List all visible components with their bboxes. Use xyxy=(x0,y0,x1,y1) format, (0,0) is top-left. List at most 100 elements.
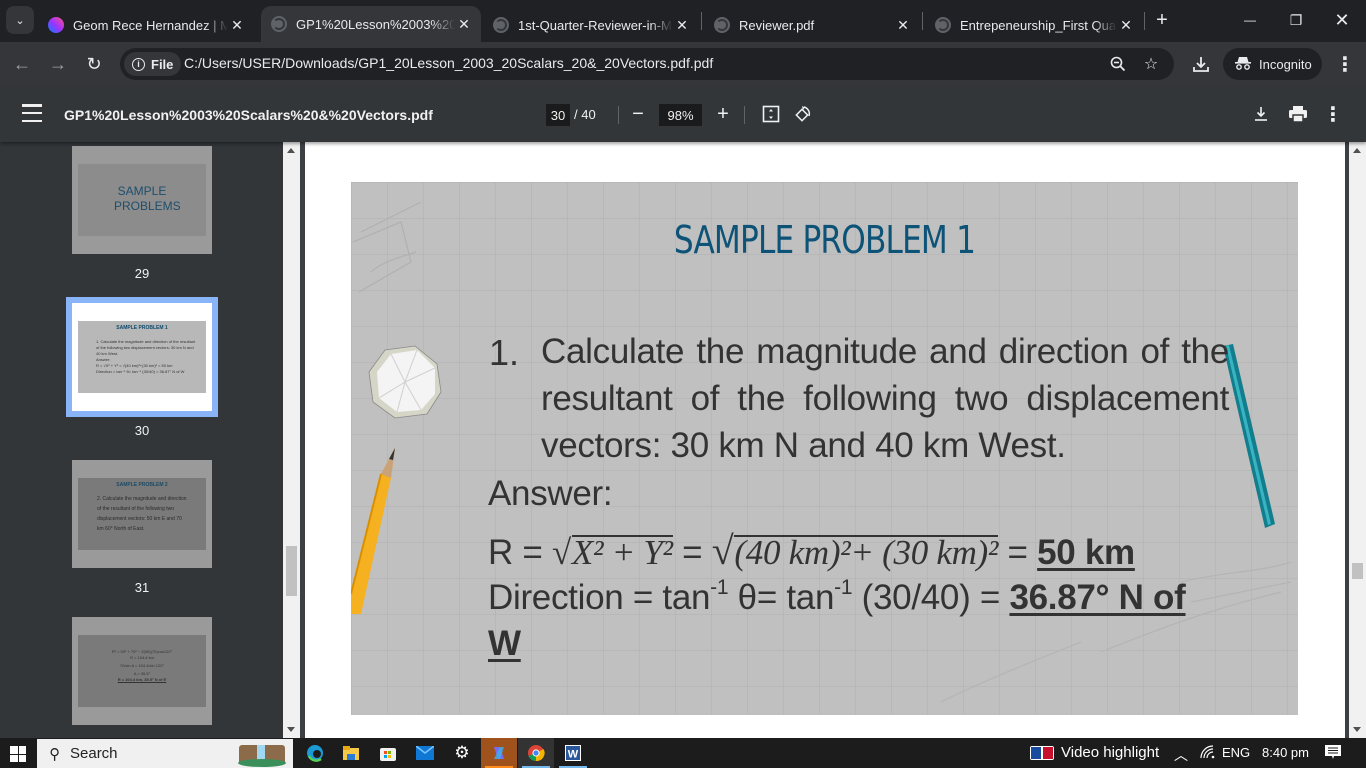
thumbnail-page-29[interactable]: SAMPLE PROBLEMS xyxy=(72,146,212,254)
hamburger-menu-icon[interactable] xyxy=(22,104,42,122)
search-icon: ⚲ xyxy=(49,745,60,763)
news-widget[interactable]: Video highlight xyxy=(1061,744,1159,761)
tab-divider xyxy=(1144,12,1145,30)
print-icon[interactable] xyxy=(1287,103,1309,125)
taskbar-word[interactable]: W xyxy=(555,738,591,768)
taskbar-search-box[interactable]: ⚲ Search xyxy=(37,739,293,768)
clock[interactable]: 8:40 pm xyxy=(1262,745,1309,760)
close-tab-icon[interactable]: ✕ xyxy=(673,17,691,34)
windows-start-icon[interactable] xyxy=(10,746,26,762)
messenger-icon xyxy=(48,17,64,33)
zoom-out-button[interactable]: − xyxy=(627,103,649,125)
tab-search-button[interactable]: ⌄ xyxy=(6,6,34,34)
taskbar-chrome[interactable] xyxy=(518,738,554,768)
restore-button[interactable]: ❐ xyxy=(1273,0,1319,40)
zoom-level-input[interactable]: 98% xyxy=(659,104,702,126)
thumbnail-title: SAMPLE PROBLEM 2 xyxy=(116,482,168,488)
thumbnail-text: 1. Calculate the magnitude and direction… xyxy=(96,339,196,356)
taskbar-copilot[interactable] xyxy=(481,738,517,768)
tab-gp1-lesson[interactable]: GP1%20Lesson%2003%20Scalars ✕ xyxy=(261,6,481,42)
gear-icon: ⚙ xyxy=(454,743,470,762)
show-hidden-icons[interactable]: ︿ xyxy=(1174,745,1188,765)
thumbnail-page-number: 30 xyxy=(134,423,150,438)
tab-reviewer-pdf[interactable]: Reviewer.pdf ✕ xyxy=(704,8,920,42)
tab-strip: ⌄ Geom Rece Hernandez | Messenger ✕ GP1%… xyxy=(0,0,1366,42)
taskbar-mail[interactable] xyxy=(407,738,443,768)
pdf-download-icon[interactable] xyxy=(1250,103,1272,125)
back-button[interactable]: ← xyxy=(8,50,36,78)
minimize-button[interactable]: — xyxy=(1227,0,1273,40)
taskbar-store[interactable] xyxy=(370,738,406,768)
sqrt-formula: X² + Y² xyxy=(571,533,673,572)
close-tab-icon[interactable]: ✕ xyxy=(1117,17,1135,34)
equation-text: θ= tan xyxy=(728,578,835,617)
pdf-page: SAMPLE PROBLEM 1 1. Calculate the magnit… xyxy=(351,182,1298,715)
thumbnail-text: 70/sin A = 104.4/sin 120° xyxy=(119,663,165,668)
fit-to-page-icon[interactable] xyxy=(760,103,782,125)
reload-button[interactable]: ↻ xyxy=(80,50,108,78)
close-tab-icon[interactable]: ✕ xyxy=(894,17,912,34)
plus-icon: + xyxy=(717,102,729,125)
thumbnail-sidebar: SAMPLE PROBLEMS 29 SAMPLE PROBLEM 1 1. C… xyxy=(0,142,283,738)
thumbnail-text: R = 104.4 km xyxy=(130,655,154,660)
tab-title: GP1%20Lesson%2003%20Scalars xyxy=(296,16,455,32)
tab-messenger[interactable]: Geom Rece Hernandez | Messenger ✕ xyxy=(38,8,254,42)
browser-menu-icon[interactable]: ⋮ xyxy=(1333,52,1357,76)
rotate-icon[interactable] xyxy=(792,103,814,125)
folder-icon xyxy=(343,746,359,760)
scroll-down-arrow-icon[interactable] xyxy=(287,727,295,732)
tab-reviewer-math[interactable]: 1st-Quarter-Reviewer-in-Math ✕ xyxy=(483,8,699,42)
scrollbar-thumb[interactable] xyxy=(286,546,297,596)
close-window-button[interactable]: ✕ xyxy=(1319,0,1365,40)
scroll-up-arrow-icon[interactable] xyxy=(287,148,295,153)
globe-icon xyxy=(271,16,287,32)
zoom-out-icon[interactable] xyxy=(1106,52,1130,76)
scrollbar-thumb[interactable] xyxy=(1352,563,1363,579)
toolbar-divider xyxy=(744,106,745,124)
minimize-icon: — xyxy=(1244,13,1256,27)
tab-title: Reviewer.pdf xyxy=(739,17,815,33)
thumbnail-page-30[interactable]: SAMPLE PROBLEM 1 1. Calculate the magnit… xyxy=(66,297,218,417)
thumbnail-text: R = 104.4 km, 35.5° N of E xyxy=(117,677,167,682)
question-text: Calculate the magnitude and direction of… xyxy=(541,332,1229,465)
taskbar-settings[interactable]: ⚙ xyxy=(444,738,480,768)
site-info-chip[interactable]: i File xyxy=(124,52,182,76)
new-tab-button[interactable]: + xyxy=(1150,8,1174,32)
sidebar-scrollbar[interactable] xyxy=(283,142,300,738)
equation-text: = xyxy=(672,533,712,572)
thumbnail-page-31[interactable]: SAMPLE PROBLEM 2 2. Calculate the magnit… xyxy=(72,460,212,568)
page-total: / 40 xyxy=(574,107,596,122)
network-icon[interactable] xyxy=(1200,745,1216,762)
language-indicator[interactable]: ENG xyxy=(1222,745,1250,760)
scroll-up-arrow-icon[interactable] xyxy=(1353,148,1361,153)
notification-center-icon[interactable] xyxy=(1325,745,1341,763)
viewer-scrollbar[interactable] xyxy=(1349,142,1366,738)
taskbar-file-explorer[interactable] xyxy=(333,738,369,768)
forward-button[interactable]: → xyxy=(44,50,72,78)
url-text[interactable]: C:/Users/USER/Downloads/GP1_20Lesson_200… xyxy=(184,55,713,71)
waterfall-search-highlight-icon xyxy=(238,745,286,767)
scroll-down-arrow-icon[interactable] xyxy=(1353,727,1361,732)
incognito-indicator[interactable]: Incognito xyxy=(1223,48,1322,80)
download-icon[interactable] xyxy=(1189,52,1213,76)
direction-equation: Direction = tan-1 θ= tan-1 (30/40) = 36.… xyxy=(488,576,1186,618)
pdf-more-menu-icon[interactable]: ⋮ xyxy=(1322,103,1344,126)
browser-toolbar: ← → ↻ i File C:/Users/USER/Downloads/GP1… xyxy=(0,42,1366,86)
page-number-input[interactable]: 30 xyxy=(546,104,570,126)
word-icon: W xyxy=(565,745,581,761)
zoom-in-button[interactable]: + xyxy=(712,103,734,125)
close-tab-icon[interactable]: ✕ xyxy=(455,16,473,33)
bookmark-star-icon[interactable]: ☆ xyxy=(1139,52,1163,76)
edge-icon xyxy=(307,745,323,762)
close-tab-icon[interactable]: ✕ xyxy=(228,17,246,34)
equation-text: Direction = tan xyxy=(488,578,711,617)
address-bar[interactable]: i File C:/Users/USER/Downloads/GP1_20Les… xyxy=(120,48,1174,80)
search-label: Search xyxy=(70,745,118,762)
thumbnail-slide: SAMPLE PROBLEMS xyxy=(78,164,206,236)
arrow-right-icon: → xyxy=(49,53,67,74)
taskbar-edge[interactable] xyxy=(297,738,333,768)
minus-icon: − xyxy=(632,102,644,125)
thumbnail-page-32[interactable]: R² = 50² + 70² − 2(50)(70)cos120° R = 10… xyxy=(72,617,212,725)
tab-entrepreneurship[interactable]: Entrepeneurship_First Quarter ✕ xyxy=(925,8,1143,42)
info-icon: i xyxy=(132,57,145,71)
